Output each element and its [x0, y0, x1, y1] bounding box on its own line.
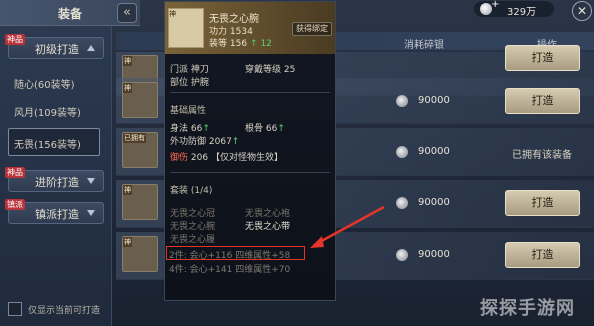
- slot-badge: 神: [123, 83, 132, 93]
- currency-display[interactable]: + 329万: [474, 0, 554, 18]
- wear-value: 25: [283, 65, 296, 75]
- cost-value: 90000: [418, 146, 450, 157]
- category-tag: 神品: [5, 34, 25, 45]
- silver-coin-icon: [396, 249, 408, 261]
- sect-label: 门派: [170, 65, 189, 75]
- attr-row: 身法 66↑: [170, 121, 210, 134]
- craft-button[interactable]: 打造: [505, 242, 580, 268]
- equipment-slot[interactable]: 神: [122, 184, 158, 220]
- set-count: (1/4): [190, 186, 213, 196]
- only-craftable-label: 仅显示当前可打造: [28, 306, 101, 316]
- special-note: 【仅对怪物生效】: [210, 153, 283, 163]
- level-label: 装等: [209, 39, 228, 49]
- set-item: 无畏之心腕: [170, 222, 216, 232]
- level-up-value: ↑ 12: [249, 39, 272, 49]
- add-currency-icon[interactable]: +: [491, 0, 499, 10]
- attr-row: 外功防御 2067↑: [170, 134, 239, 147]
- page-title: 装备: [58, 7, 83, 21]
- item-name: 无畏之心腕: [209, 14, 259, 25]
- wear-row: 穿戴等级 25: [245, 62, 295, 75]
- level-row: 装等 156 ↑ 12: [209, 36, 272, 49]
- silver-coin-icon: [396, 95, 408, 107]
- slot-badge: 神: [123, 237, 132, 247]
- item-icon: 神: [168, 8, 204, 48]
- attr2-up: ↑: [277, 124, 285, 134]
- set-item: 无畏之心履: [170, 235, 216, 245]
- sect-row: 门派 神刀: [170, 62, 209, 75]
- category-basic-button[interactable]: 神品 初级打造: [5, 34, 104, 59]
- set-item: 无畏之心冠: [170, 209, 216, 219]
- part-row: 部位 护腕: [170, 75, 209, 88]
- category-sect-button[interactable]: 镇派 镇派打造: [5, 199, 104, 224]
- level-value: 156: [229, 39, 248, 49]
- attr3-up: ↑: [231, 137, 240, 147]
- attr3-label: 外功防御: [170, 137, 207, 147]
- craft-button[interactable]: 打造: [505, 88, 580, 114]
- wear-label: 穿戴等级: [245, 65, 282, 75]
- base-attr-title: 基础属性: [170, 106, 207, 116]
- craft-button[interactable]: 打造: [505, 45, 580, 71]
- set-bonus-4: 4件: 会心+141 四维属性+70: [169, 265, 291, 275]
- owned-label: 已拥有该装备: [512, 150, 572, 161]
- attr2-label: 根骨: [245, 124, 264, 134]
- sub-item-fengyue[interactable]: 风月(109装等): [14, 104, 81, 119]
- attr1-label: 身法: [170, 124, 189, 134]
- cost-value: 90000: [418, 249, 450, 260]
- cost-value: 90000: [418, 197, 450, 208]
- attr2-value: 66: [265, 124, 278, 134]
- silver-coin-icon: [396, 197, 408, 209]
- set-item: 无畏之心袍: [245, 209, 291, 219]
- bound-badge: 获得绑定: [292, 22, 332, 36]
- special-value: 206: [190, 153, 209, 163]
- back-icon[interactable]: «: [117, 3, 137, 23]
- category-tag: 神品: [5, 167, 25, 178]
- highlight-box: [166, 246, 305, 260]
- sect-value: 神刀: [190, 65, 209, 75]
- special-tag: 御伤: [170, 153, 189, 163]
- craft-button[interactable]: 打造: [505, 190, 580, 216]
- slot-badge: 神: [123, 185, 132, 195]
- category-tag: 镇派: [5, 199, 25, 210]
- item-tag: 神: [169, 10, 176, 18]
- equipment-slot[interactable]: 神: [122, 236, 158, 272]
- part-value: 护腕: [190, 78, 209, 88]
- chevron-up-icon: [87, 45, 95, 51]
- set-title-text: 套装: [170, 186, 189, 196]
- category-label: 进阶打造: [35, 176, 79, 189]
- silver-coin-icon: [396, 146, 408, 158]
- watermark: 探探手游网: [480, 298, 575, 319]
- sub-item-suixin[interactable]: 随心(60装等): [14, 76, 75, 91]
- header-cost: 消耗碎银: [404, 40, 444, 51]
- set-title: 套装 (1/4): [170, 183, 212, 196]
- attr3-value: 2067: [208, 137, 232, 147]
- category-label: 镇派打造: [35, 208, 79, 221]
- only-craftable-checkbox[interactable]: [8, 302, 22, 316]
- close-icon[interactable]: ✕: [572, 1, 592, 21]
- chevron-down-icon: [87, 178, 95, 184]
- chevron-down-icon: [87, 210, 95, 216]
- part-label: 部位: [170, 78, 189, 88]
- attr1-up: ↑: [202, 124, 210, 134]
- slot-badge: 已拥有: [123, 133, 146, 143]
- equipment-slot[interactable]: 神: [122, 82, 158, 118]
- equipment-slot[interactable]: 已拥有: [122, 132, 158, 168]
- category-label: 初级打造: [35, 43, 79, 56]
- currency-value: 329万: [507, 7, 537, 18]
- set-item: 无畏之心带: [245, 222, 291, 232]
- slot-badge: 神: [123, 56, 132, 66]
- divider: [170, 172, 330, 173]
- attr1-value: 66: [190, 124, 203, 134]
- sub-item-wuwei[interactable]: 无畏(156装等): [14, 136, 81, 151]
- special-row: 御伤 206 【仅对怪物生效】: [170, 150, 283, 163]
- divider: [170, 92, 330, 93]
- attr-row: 根骨 66↑: [245, 121, 285, 134]
- category-advanced-button[interactable]: 神品 进阶打造: [5, 167, 104, 192]
- cost-value: 90000: [418, 95, 450, 106]
